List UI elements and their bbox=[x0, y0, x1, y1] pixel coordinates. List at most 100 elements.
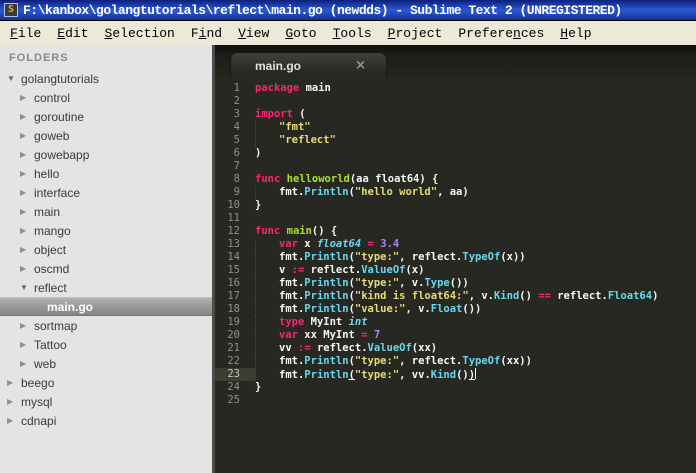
tree-item-sortmap[interactable]: ▶ sortmap bbox=[0, 316, 212, 335]
tree-item-label: mysql bbox=[21, 394, 53, 409]
line-number: 16 bbox=[227, 277, 240, 289]
triangle-right-icon[interactable]: ▶ bbox=[20, 226, 34, 235]
code-line-text[interactable]: fmt.Println("type:", v.Type()) bbox=[255, 277, 469, 290]
code-line-text[interactable]: fmt.Println("type:", reflect.TypeOf(xx)) bbox=[255, 355, 532, 368]
triangle-right-icon[interactable]: ▶ bbox=[20, 359, 34, 368]
tree-item-hello[interactable]: ▶ hello bbox=[0, 164, 212, 183]
tree-item-label: sortmap bbox=[34, 318, 78, 333]
code-line-text[interactable]: fmt.Println("kind is float64:", v.Kind()… bbox=[255, 290, 658, 303]
menu-selection[interactable]: Selection bbox=[97, 24, 183, 43]
code-line-16: 16 fmt.Println("type:", v.Type()) bbox=[215, 277, 696, 290]
triangle-down-icon[interactable]: ▼ bbox=[7, 74, 21, 83]
tree-item-beego[interactable]: ▶ beego bbox=[0, 373, 212, 392]
triangle-right-icon[interactable]: ▶ bbox=[20, 188, 34, 197]
sublime-text-window: S F:\kanbox\golangtutorials\reflect\main… bbox=[0, 0, 696, 473]
tree-item-web[interactable]: ▶ web bbox=[0, 354, 212, 373]
code-line-text[interactable]: v := reflect.ValueOf(x) bbox=[255, 264, 424, 277]
line-number: 20 bbox=[227, 329, 240, 341]
code-line-text[interactable]: package main bbox=[255, 82, 331, 95]
menu-project[interactable]: Project bbox=[380, 24, 451, 43]
code-line-text[interactable]: } bbox=[255, 381, 261, 394]
menu-find[interactable]: Find bbox=[183, 24, 230, 43]
code-line-text[interactable]: fmt.Println("type:", reflect.TypeOf(x)) bbox=[255, 251, 526, 264]
code-line-text[interactable]: type MyInt int bbox=[255, 316, 368, 329]
code-line-18: 18 fmt.Println("value:", v.Float()) bbox=[215, 303, 696, 316]
tree-item-gowebapp[interactable]: ▶ gowebapp bbox=[0, 145, 212, 164]
menu-goto[interactable]: Goto bbox=[277, 24, 324, 43]
code-line-text[interactable]: "reflect" bbox=[255, 134, 336, 147]
tree-item-cdnapi[interactable]: ▶ cdnapi bbox=[0, 411, 212, 430]
tree-item-control[interactable]: ▶ control bbox=[0, 88, 212, 107]
triangle-right-icon[interactable]: ▶ bbox=[7, 378, 21, 387]
line-number: 24 bbox=[227, 381, 240, 393]
line-number: 1 bbox=[233, 82, 240, 94]
line-number: 18 bbox=[227, 303, 240, 315]
tree-item-reflect[interactable]: ▼ reflect bbox=[0, 278, 212, 297]
code-line-19: 19 type MyInt int bbox=[215, 316, 696, 329]
tree-item-main[interactable]: ▶ main bbox=[0, 202, 212, 221]
code-line-text[interactable]: import ( bbox=[255, 108, 306, 121]
triangle-right-icon[interactable]: ▶ bbox=[20, 207, 34, 216]
triangle-right-icon[interactable]: ▶ bbox=[20, 93, 34, 102]
tree-item-object[interactable]: ▶ object bbox=[0, 240, 212, 259]
tab-bar: main.go × bbox=[215, 45, 696, 78]
line-number: 15 bbox=[227, 264, 240, 276]
line-number: 6 bbox=[233, 147, 240, 159]
triangle-right-icon[interactable]: ▶ bbox=[20, 264, 34, 273]
code-line-text[interactable]: var xx MyInt = 7 bbox=[255, 329, 380, 342]
code-line-text[interactable]: func helloworld(aa float64) { bbox=[255, 173, 438, 186]
tree-item-main-go[interactable]: main.go bbox=[0, 297, 212, 316]
line-number: 7 bbox=[233, 160, 240, 172]
triangle-right-icon[interactable]: ▶ bbox=[20, 169, 34, 178]
line-number: 3 bbox=[233, 108, 240, 120]
tree-item-Tattoo[interactable]: ▶ Tattoo bbox=[0, 335, 212, 354]
triangle-right-icon[interactable]: ▶ bbox=[20, 112, 34, 121]
tree-item-label: object bbox=[34, 242, 67, 257]
tab-close-icon[interactable]: × bbox=[355, 59, 366, 72]
tab-main-go[interactable]: main.go × bbox=[230, 52, 387, 78]
line-number: 23 bbox=[215, 368, 255, 381]
code-line-21: 21 vv := reflect.ValueOf(xx) bbox=[215, 342, 696, 355]
line-number: 22 bbox=[227, 355, 240, 367]
code-line-text[interactable]: fmt.Println("type:", vv.Kind()) bbox=[255, 368, 477, 381]
code-area[interactable]: 1 package main 2 3 import (4 "fmt" 5 "reflect" 6… bbox=[215, 78, 696, 473]
code-line-text[interactable]: var x float64 = 3.4 bbox=[255, 238, 399, 251]
menu-file[interactable]: File bbox=[2, 24, 49, 43]
code-line-text[interactable]: "fmt" bbox=[255, 121, 311, 134]
tree-item-label: interface bbox=[34, 185, 81, 200]
code-line-text[interactable]: ) bbox=[255, 147, 261, 160]
tree-item-label: main.go bbox=[47, 299, 94, 314]
code-line-10: 10} bbox=[215, 199, 696, 212]
code-line-text[interactable]: fmt.Println("hello world", aa) bbox=[255, 186, 469, 199]
menu-preferences[interactable]: Preferences bbox=[450, 24, 552, 43]
code-line-text[interactable]: fmt.Println("value:", v.Float()) bbox=[255, 303, 481, 316]
menu-tools[interactable]: Tools bbox=[325, 24, 380, 43]
tree-item-golangtutorials[interactable]: ▼ golangtutorials bbox=[0, 69, 212, 88]
sublime-app-icon[interactable]: S bbox=[4, 3, 18, 17]
menu-view[interactable]: View bbox=[230, 24, 277, 43]
triangle-down-icon[interactable]: ▼ bbox=[20, 283, 34, 292]
tree-item-interface[interactable]: ▶ interface bbox=[0, 183, 212, 202]
menu-help[interactable]: Help bbox=[552, 24, 599, 43]
tree-item-label: goroutine bbox=[34, 109, 85, 124]
line-number: 5 bbox=[233, 134, 240, 146]
tree-item-oscmd[interactable]: ▶ oscmd bbox=[0, 259, 212, 278]
triangle-right-icon[interactable]: ▶ bbox=[7, 397, 21, 406]
menu-edit[interactable]: Edit bbox=[49, 24, 96, 43]
triangle-right-icon[interactable]: ▶ bbox=[20, 245, 34, 254]
code-line-text[interactable]: func main() { bbox=[255, 225, 337, 238]
triangle-right-icon[interactable]: ▶ bbox=[20, 321, 34, 330]
triangle-right-icon[interactable]: ▶ bbox=[20, 340, 34, 349]
triangle-right-icon[interactable]: ▶ bbox=[20, 131, 34, 140]
tree-item-goweb[interactable]: ▶ goweb bbox=[0, 126, 212, 145]
line-number: 25 bbox=[227, 394, 240, 406]
tree-item-label: cdnapi bbox=[21, 413, 57, 428]
tree-item-mango[interactable]: ▶ mango bbox=[0, 221, 212, 240]
triangle-right-icon[interactable]: ▶ bbox=[7, 416, 21, 425]
line-number: 19 bbox=[227, 316, 240, 328]
tree-item-mysql[interactable]: ▶ mysql bbox=[0, 392, 212, 411]
code-line-text[interactable]: vv := reflect.ValueOf(xx) bbox=[255, 342, 437, 355]
code-line-text[interactable]: } bbox=[255, 199, 261, 212]
triangle-right-icon[interactable]: ▶ bbox=[20, 150, 34, 159]
tree-item-goroutine[interactable]: ▶ goroutine bbox=[0, 107, 212, 126]
